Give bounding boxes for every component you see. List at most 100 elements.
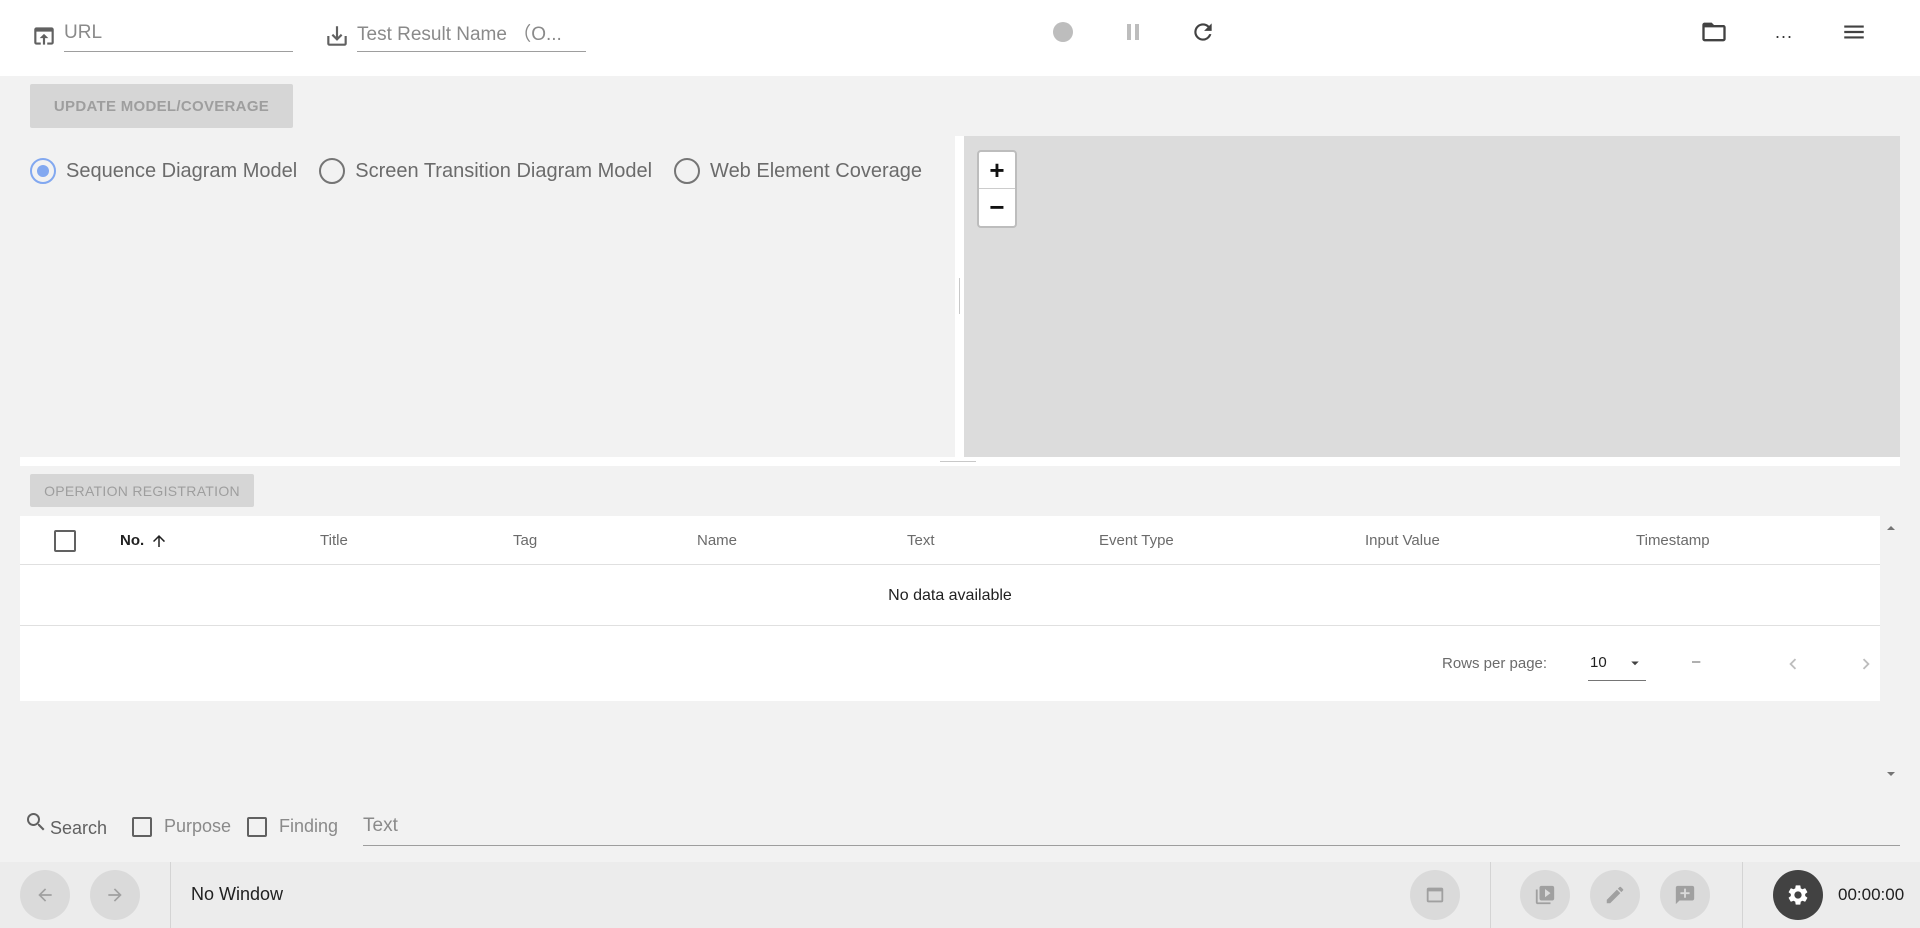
update-model-button[interactable]: UPDATE MODEL/COVERAGE: [30, 84, 293, 128]
edit-button[interactable]: [1590, 870, 1640, 920]
window-status-text: No Window: [191, 884, 284, 904]
refresh-button[interactable]: [1185, 14, 1221, 50]
select-all-checkbox[interactable]: [54, 516, 76, 565]
search-row: Search Purpose Finding Text: [0, 806, 1920, 848]
radio-web-element-coverage[interactable]: Web Element Coverage: [674, 158, 922, 184]
operation-registration-button[interactable]: OPERATION REGISTRATION: [30, 474, 254, 507]
radio-label: Sequence Diagram Model: [66, 159, 298, 182]
url-input[interactable]: URL: [64, 14, 293, 52]
rows-per-page-select[interactable]: 10: [1588, 645, 1646, 681]
column-label: No.: [120, 532, 145, 549]
refresh-icon: [1194, 23, 1212, 41]
radio-sequence-diagram[interactable]: Sequence Diagram Model: [30, 158, 297, 184]
pencil-icon: [1606, 886, 1624, 904]
more-icon: ...: [1774, 21, 1793, 42]
test-result-name-input[interactable]: Test Result Name （O...: [357, 14, 586, 52]
horizontal-splitter-handle[interactable]: [20, 457, 1900, 466]
arrow-back-icon: [38, 888, 52, 902]
playlist-play-button[interactable]: [1520, 870, 1570, 920]
column-header-tag[interactable]: Tag: [513, 516, 537, 565]
download-icon: [323, 22, 351, 50]
add-comment-button[interactable]: [1660, 870, 1710, 920]
elapsed-timer: 00:00:00: [1838, 885, 1905, 904]
rows-per-page-value: 10: [1590, 654, 1607, 671]
sort-ascending-icon: [153, 534, 166, 547]
open-in-browser-icon: [30, 22, 58, 50]
more-button[interactable]: ...: [1766, 14, 1802, 50]
column-header-name[interactable]: Name: [697, 516, 737, 565]
zoom-in-button[interactable]: +: [979, 152, 1015, 189]
column-label: Title: [320, 532, 348, 549]
column-label: Event Type: [1099, 532, 1174, 549]
menu-icon: [1844, 25, 1864, 39]
chevron-right-icon: [1862, 658, 1870, 670]
column-label: Timestamp: [1636, 532, 1710, 549]
scroll-down-arrow-icon[interactable]: [1886, 769, 1896, 779]
table-footer: Rows per page: 10 –: [20, 627, 1880, 701]
settings-button[interactable]: [1773, 870, 1823, 920]
search-icon: [27, 813, 45, 831]
back-button[interactable]: [20, 870, 70, 920]
radio-unchecked-icon: [319, 158, 346, 184]
divider: [170, 862, 171, 928]
finding-label: Finding: [279, 816, 339, 836]
radio-label: Screen Transition Diagram Model: [355, 159, 653, 182]
chevron-left-icon: [1789, 658, 1797, 670]
divider: [1490, 862, 1491, 928]
column-header-input-value[interactable]: Input Value: [1365, 516, 1440, 565]
forward-button[interactable]: [90, 870, 140, 920]
url-placeholder: URL: [64, 21, 103, 43]
radio-screen-transition[interactable]: Screen Transition Diagram Model: [319, 158, 652, 184]
folder-icon: [1702, 22, 1726, 42]
operations-table: No. Title Tag Name Text Event Type Input…: [20, 516, 1880, 701]
record-icon: [1053, 22, 1073, 42]
column-header-text[interactable]: Text: [907, 516, 935, 565]
page-range-text: –: [1692, 653, 1701, 670]
previous-page-button[interactable]: [1778, 649, 1808, 679]
window-button[interactable]: [1410, 870, 1460, 920]
search-text-placeholder: Text: [363, 814, 398, 836]
zoom-out-button[interactable]: −: [979, 189, 1015, 226]
add-comment-icon: [1675, 885, 1695, 905]
radio-unchecked-icon: [674, 158, 701, 184]
pause-icon: [1127, 24, 1139, 40]
column-header-event-type[interactable]: Event Type: [1099, 516, 1174, 565]
column-header-timestamp[interactable]: Timestamp: [1636, 516, 1710, 565]
top-toolbar: URL Test Result Name （O... ...: [0, 0, 1920, 76]
column-label: Tag: [513, 532, 538, 549]
column-header-title[interactable]: Title: [320, 516, 348, 565]
search-label: Search: [50, 818, 108, 838]
bottom-bar: No Window 00:00:00: [0, 862, 1920, 928]
record-button[interactable]: [1045, 14, 1081, 50]
open-folder-button[interactable]: [1696, 14, 1732, 50]
menu-button[interactable]: [1836, 14, 1872, 50]
finding-checkbox[interactable]: Finding: [247, 816, 338, 837]
checkbox-icon: [247, 816, 267, 837]
rows-per-page-label: Rows per page:: [1442, 655, 1548, 672]
checkbox-icon: [132, 816, 152, 837]
vertical-splitter-handle[interactable]: [955, 136, 964, 457]
column-header-no[interactable]: No.: [120, 516, 168, 565]
video-library-icon: [1535, 885, 1555, 905]
model-map-pane[interactable]: [964, 136, 1900, 457]
pause-button[interactable]: [1115, 14, 1151, 50]
divider: [1742, 862, 1743, 928]
purpose-label: Purpose: [164, 816, 232, 836]
empty-table-message: No data available: [20, 566, 1880, 626]
next-page-button[interactable]: [1851, 649, 1881, 679]
web-asset-icon: [1426, 887, 1444, 903]
test-result-placeholder: Test Result Name （O...: [357, 24, 562, 45]
radio-label: Web Element Coverage: [710, 159, 923, 182]
scroll-up-arrow-icon[interactable]: [1886, 523, 1896, 533]
radio-checked-icon: [30, 158, 56, 184]
column-label: Name: [697, 532, 738, 549]
zoom-control: + −: [977, 150, 1017, 228]
model-type-radio-group: Sequence Diagram Model Screen Transition…: [30, 156, 944, 186]
search-text-input[interactable]: Text: [363, 806, 1900, 846]
column-label: Input Value: [1365, 532, 1440, 549]
table-header: No. Title Tag Name Text Event Type Input…: [20, 516, 1880, 565]
purpose-checkbox[interactable]: Purpose: [132, 816, 231, 837]
dropdown-arrow-icon: [1631, 661, 1639, 665]
column-label: Text: [907, 532, 935, 549]
gear-icon: [1788, 885, 1808, 905]
